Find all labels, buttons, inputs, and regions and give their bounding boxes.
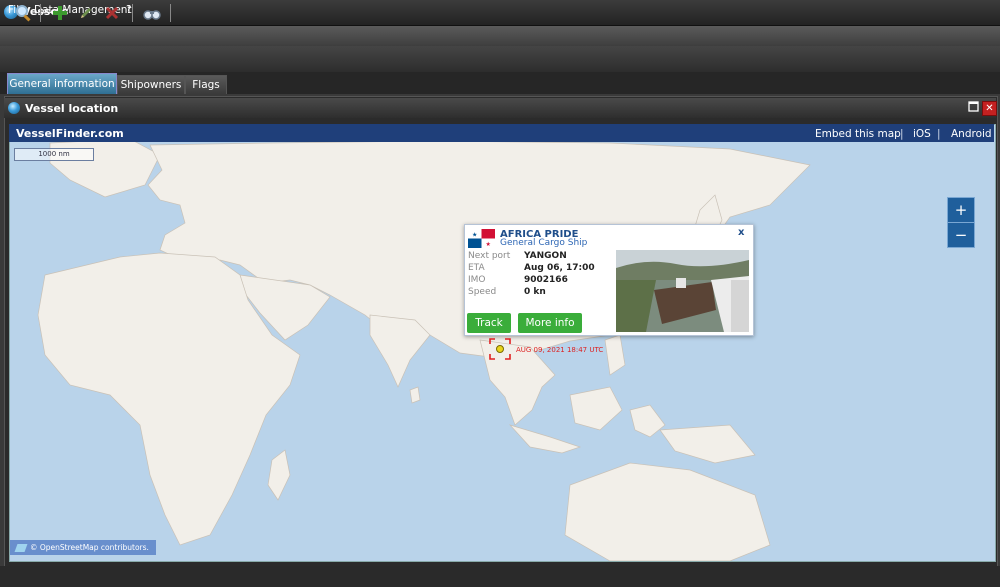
field-label-speed: Speed [468,287,497,297]
panel-header [4,98,996,118]
menu-help[interactable]: ? [126,4,132,16]
field-label-imo: IMO [468,275,486,285]
more-info-button[interactable]: More info [518,313,582,333]
search-icon[interactable] [14,3,34,23]
tab-general-information[interactable]: General information [7,73,117,94]
toolbar-separator [170,4,171,22]
tab-flags[interactable]: Flags [185,75,227,94]
tab-shipowners[interactable]: Shipowners [117,75,185,94]
add-icon[interactable] [50,3,70,23]
field-value-eta: Aug 06, 17:00 [524,263,595,273]
panel-globe-icon [8,102,20,114]
embed-map-link[interactable]: Embed this map [815,128,901,140]
attribution-text: © OpenStreetMap contributors. [30,543,149,552]
binoculars-icon[interactable] [142,3,162,23]
toolbar [0,46,1000,73]
svg-text:★: ★ [472,232,477,239]
vessel-type: General Cargo Ship [500,238,588,248]
field-label-eta: ETA [468,263,485,273]
svg-text:★: ★ [486,241,491,248]
field-value-imo: 9002166 [524,275,568,285]
toolbar-separator [40,4,41,22]
bottom-area [0,566,1000,587]
zoom-in-button[interactable]: + [947,197,975,223]
edit-pencil-icon[interactable] [76,3,96,23]
panel-title: Vessel location [25,102,119,115]
delete-icon[interactable] [102,3,122,23]
field-value-next-port: YANGON [524,251,567,261]
track-button[interactable]: Track [467,313,511,333]
menu-bar [0,26,1000,46]
field-label-next-port: Next port [468,251,511,261]
close-panel-icon[interactable]: ✕ [982,101,997,116]
toolbar-separator [132,4,133,22]
map-attribution[interactable]: © OpenStreetMap contributors. [10,540,156,555]
link-separator: | [937,128,941,140]
field-value-speed: 0 kn [524,287,546,297]
map-scale-bar: 1000 nm [14,148,94,161]
zoom-out-button[interactable]: − [947,222,975,248]
close-popup-icon[interactable]: x [738,227,744,238]
osm-logo-icon [14,544,28,552]
vessel-photo[interactable] [616,250,749,332]
ios-link[interactable]: iOS [913,128,931,140]
vesselfinder-brand[interactable]: VesselFinder.com [16,127,124,140]
maximize-icon[interactable] [967,101,980,114]
link-separator: | [900,128,904,140]
android-link[interactable]: Android [951,128,992,140]
vessel-marker[interactable] [489,338,511,360]
panama-flag-icon: ★ ★ [468,229,495,248]
position-timestamp: AUG 09, 2021 18:47 UTC [516,346,604,354]
